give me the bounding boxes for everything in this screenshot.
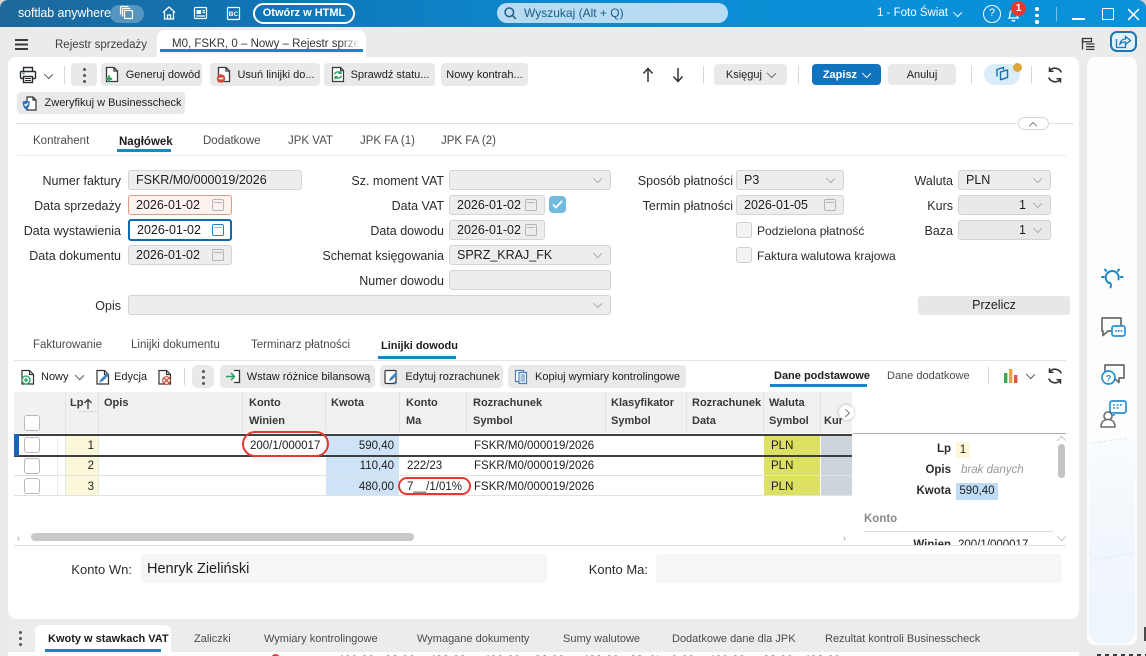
svg-text:BC: BC <box>229 11 239 18</box>
svg-text:?: ? <box>1106 374 1112 385</box>
